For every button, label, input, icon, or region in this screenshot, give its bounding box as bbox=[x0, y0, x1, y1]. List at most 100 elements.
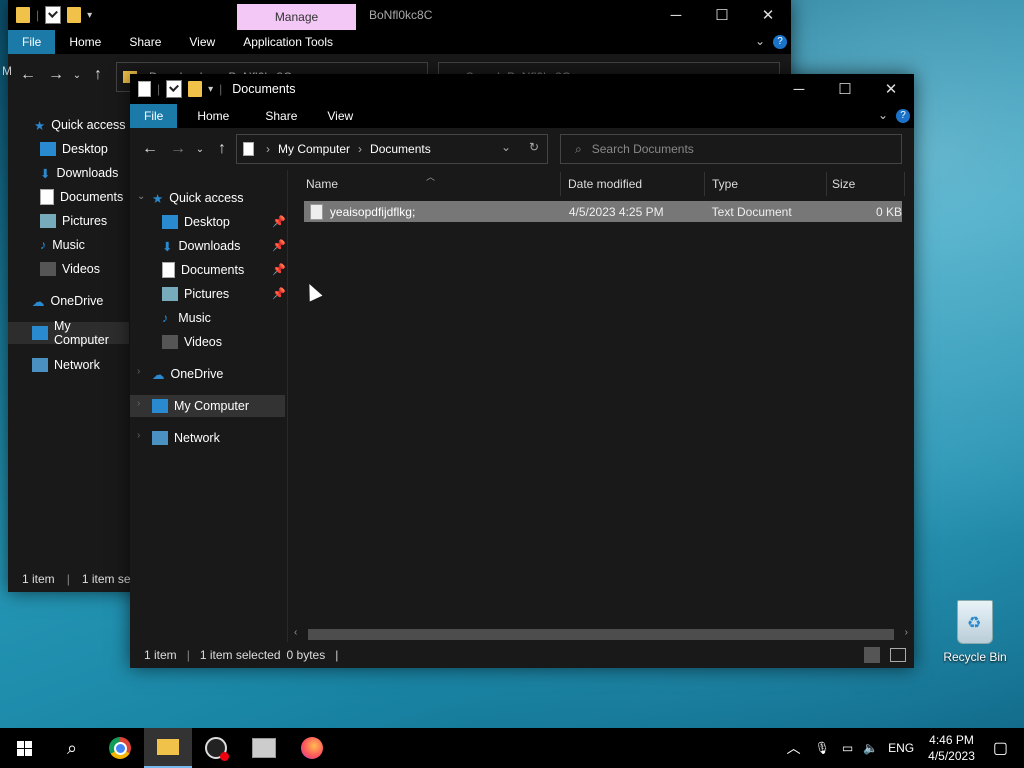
recycle-bin[interactable]: ♻ Recycle Bin bbox=[940, 600, 1010, 664]
sidebar-item-videos[interactable]: Videos bbox=[162, 331, 222, 353]
large-icons-view-icon[interactable] bbox=[890, 648, 906, 662]
sidebar-item-my-computer[interactable]: My Computer bbox=[152, 395, 249, 417]
firefox-taskbar-icon[interactable] bbox=[288, 728, 336, 768]
refresh-icon[interactable]: ↻ bbox=[529, 140, 539, 154]
tab-file[interactable]: File bbox=[130, 104, 178, 128]
app-taskbar-icon[interactable] bbox=[240, 728, 288, 768]
back-sidebar-item[interactable]: Network bbox=[32, 354, 100, 376]
close-button[interactable]: ✕ bbox=[868, 74, 914, 104]
maximize-button[interactable]: ☐ bbox=[822, 74, 868, 104]
sidebar-item-network[interactable]: Network bbox=[152, 427, 220, 449]
minimize-button[interactable]: ─ bbox=[776, 74, 822, 104]
front-explorer-window[interactable]: | ▾ | Documents ─ ☐ ✕ File Home Share Vi… bbox=[130, 74, 914, 668]
scroll-left-icon[interactable]: ‹ bbox=[294, 627, 297, 638]
file-explorer-taskbar-icon[interactable] bbox=[144, 728, 192, 768]
sidebar-item-pictures[interactable]: Pictures bbox=[162, 283, 229, 305]
tab-view[interactable]: View bbox=[175, 30, 229, 54]
back-arrow-icon[interactable]: ← bbox=[136, 140, 164, 158]
back-sidebar-item[interactable]: Pictures bbox=[40, 210, 107, 232]
file-list: ︿ Name Date modified Type Size yeaisopdf… bbox=[290, 170, 912, 642]
help-icon[interactable]: ? bbox=[773, 35, 787, 49]
pin-icon[interactable]: 📌 bbox=[272, 239, 286, 252]
minimize-button[interactable]: ─ bbox=[653, 0, 699, 30]
front-titlebar[interactable]: | ▾ | Documents ─ ☐ ✕ bbox=[130, 74, 914, 104]
chrome-taskbar-icon[interactable] bbox=[96, 728, 144, 768]
file-row[interactable]: yeaisopdfijdflkg; 4/5/2023 4:25 PM Text … bbox=[304, 201, 902, 222]
volume-icon[interactable]: 🔈 bbox=[863, 741, 878, 755]
tab-view[interactable]: View bbox=[313, 104, 367, 128]
pin-icon[interactable]: 📌 bbox=[272, 215, 286, 228]
up-arrow-icon[interactable]: ↑ bbox=[84, 66, 112, 84]
back-sidebar-item[interactable]: Documents bbox=[40, 186, 123, 208]
new-folder-icon[interactable] bbox=[188, 81, 203, 97]
front-search-box[interactable]: ⌕ Search Documents bbox=[560, 134, 902, 164]
tab-share[interactable]: Share bbox=[249, 104, 313, 128]
address-my-computer[interactable]: My Computer bbox=[278, 142, 350, 156]
scroll-right-icon[interactable]: › bbox=[905, 627, 908, 638]
close-button[interactable]: ✕ bbox=[745, 0, 791, 30]
chevron-up-icon[interactable]: ︿ bbox=[787, 738, 801, 758]
chevron-right-icon[interactable]: › bbox=[137, 398, 140, 409]
network-status-icon[interactable]: ▭ bbox=[842, 741, 853, 755]
qat-dropdown-icon[interactable]: ▾ bbox=[208, 84, 213, 95]
new-folder-icon[interactable] bbox=[67, 7, 82, 23]
qat-dropdown-icon[interactable]: ▾ bbox=[87, 10, 92, 21]
up-arrow-icon[interactable]: ↑ bbox=[208, 140, 236, 158]
help-icon[interactable]: ? bbox=[896, 109, 910, 123]
back-sidebar-item[interactable]: Desktop bbox=[40, 138, 108, 160]
chevron-right-icon[interactable]: › bbox=[137, 366, 140, 377]
back-sidebar-item[interactable]: ☁ OneDrive bbox=[32, 290, 103, 312]
scroll-thumb[interactable] bbox=[308, 629, 894, 640]
back-titlebar[interactable]: | ▾ Manage BoNfl0kc8C ─ ☐ ✕ bbox=[8, 0, 791, 30]
back-sidebar-item[interactable]: ⬇ Downloads bbox=[40, 162, 118, 184]
horizontal-scrollbar[interactable]: ‹ › bbox=[290, 626, 912, 642]
back-arrow-icon[interactable]: ← bbox=[14, 66, 42, 84]
pin-icon[interactable]: 📌 bbox=[272, 263, 286, 276]
sidebar-item-downloads[interactable]: ⬇ Downloads bbox=[162, 235, 240, 257]
tab-home[interactable]: Home bbox=[55, 30, 115, 54]
document-icon bbox=[138, 81, 151, 97]
column-name[interactable]: Name bbox=[290, 172, 561, 196]
tab-file[interactable]: File bbox=[8, 30, 56, 54]
column-size[interactable]: Size bbox=[826, 172, 905, 196]
details-view-icon[interactable] bbox=[864, 647, 880, 663]
file-type: Text Document bbox=[711, 204, 792, 219]
chevron-down-icon[interactable]: ⌄ bbox=[137, 191, 145, 202]
back-sidebar-item[interactable]: ★ Quick access bbox=[34, 114, 126, 136]
column-date-modified[interactable]: Date modified bbox=[562, 172, 705, 196]
clock[interactable]: 4:46 PM 4/5/2023 bbox=[928, 732, 975, 764]
tab-home[interactable]: Home bbox=[177, 104, 249, 128]
back-sidebar-item[interactable]: ♪ Music bbox=[40, 234, 85, 256]
sidebar-item-desktop[interactable]: Desktop bbox=[162, 211, 230, 233]
back-sidebar-item[interactable]: My Computer bbox=[8, 319, 129, 347]
chevron-right-icon[interactable]: › bbox=[137, 430, 140, 441]
properties-icon[interactable] bbox=[45, 6, 62, 24]
notifications-icon[interactable]: ▢ bbox=[993, 738, 1008, 758]
back-sidebar-item[interactable]: Videos bbox=[40, 258, 100, 280]
search-button[interactable]: ⌕ bbox=[48, 728, 96, 768]
language-indicator[interactable]: ENG bbox=[888, 741, 914, 755]
tab-share[interactable]: Share bbox=[115, 30, 175, 54]
obs-taskbar-icon[interactable] bbox=[192, 728, 240, 768]
column-type[interactable]: Type bbox=[706, 172, 827, 196]
forward-arrow-icon[interactable]: → bbox=[42, 66, 70, 84]
start-button[interactable] bbox=[0, 728, 48, 768]
ribbon-expand-icon[interactable]: ⌄ bbox=[755, 34, 765, 48]
tab-application-tools[interactable]: Application Tools bbox=[229, 30, 347, 54]
microphone-icon[interactable]: 🎙 bbox=[815, 741, 830, 755]
address-dropdown-icon[interactable]: ⌄ bbox=[501, 140, 511, 154]
sidebar-item-documents[interactable]: Documents bbox=[162, 259, 244, 281]
sidebar-item-quick-access[interactable]: ★ Quick access bbox=[152, 187, 244, 209]
ribbon-expand-icon[interactable]: ⌄ bbox=[878, 108, 888, 122]
context-tab-manage[interactable]: Manage bbox=[237, 4, 356, 30]
properties-icon[interactable] bbox=[166, 80, 183, 98]
recent-dropdown-icon[interactable]: ⌄ bbox=[70, 70, 84, 81]
front-address-bar[interactable]: › My Computer › Documents ⌄ ↻ bbox=[236, 134, 548, 164]
maximize-button[interactable]: ☐ bbox=[699, 0, 745, 30]
sidebar-item-onedrive[interactable]: ☁ OneDrive bbox=[152, 363, 223, 385]
recent-dropdown-icon[interactable]: ⌄ bbox=[192, 144, 208, 155]
forward-arrow-icon[interactable]: → bbox=[164, 140, 192, 158]
sidebar-item-music[interactable]: ♪ Music bbox=[162, 307, 211, 329]
pin-icon[interactable]: 📌 bbox=[272, 287, 286, 300]
address-documents[interactable]: Documents bbox=[370, 142, 431, 156]
